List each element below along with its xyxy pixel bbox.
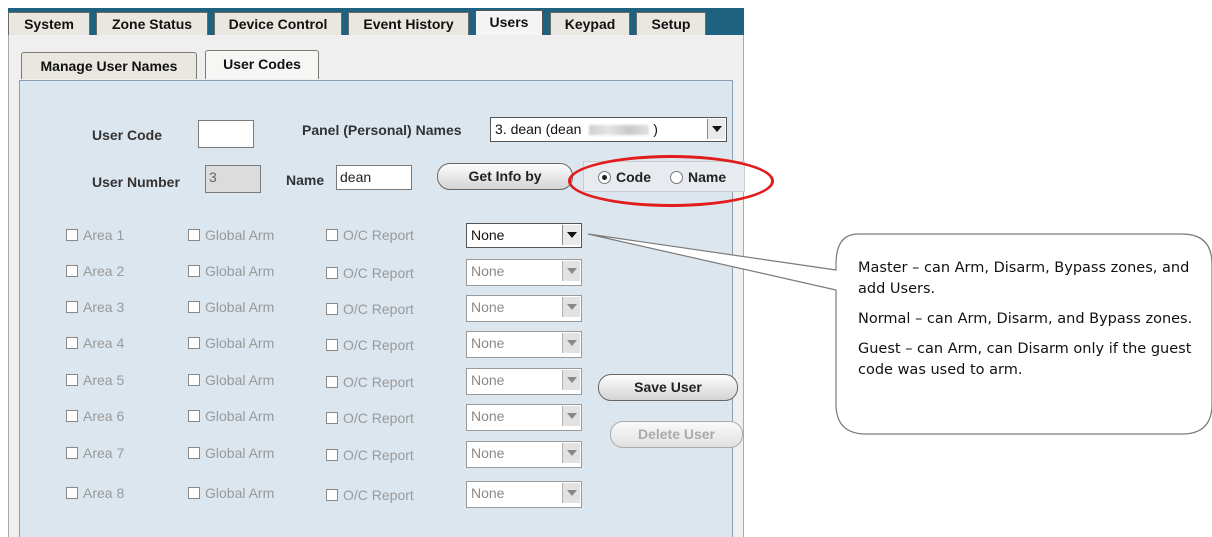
tab-user-codes[interactable]: User Codes bbox=[205, 50, 319, 79]
callout-guest: Guest – can Arm, can Disarm only if the … bbox=[858, 341, 1192, 378]
callout-text: Master – can Arm, Disarm, Bypass zones, … bbox=[858, 258, 1198, 390]
callout-master: Master – can Arm, Disarm, Bypass zones, … bbox=[858, 260, 1190, 297]
callout-normal: Normal – can Arm, Disarm, and Bypass zon… bbox=[858, 311, 1193, 327]
